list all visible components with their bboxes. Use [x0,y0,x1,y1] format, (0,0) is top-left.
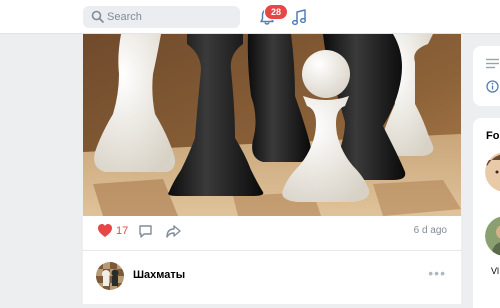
post-card: 17 6 d ago Шахматы ••• [83,34,461,304]
search-icon [91,10,104,23]
friend-name[interactable]: Vl [491,266,499,276]
post-time: 6 d ago [413,225,447,236]
divider [83,250,461,251]
share-icon[interactable] [166,224,181,238]
friend-avatar[interactable] [485,152,500,192]
post-actions: 17 6 d ago [83,216,461,246]
heart-icon[interactable] [97,223,113,238]
following-label: Fol [486,130,500,142]
friend-avatar-2[interactable] [485,216,500,256]
chess-photo[interactable] [83,34,461,216]
music-icon[interactable] [291,8,307,26]
top-bar: 28 [0,0,500,34]
notification-badge: 28 [264,4,288,20]
sidebar-panel-top [473,46,500,106]
group-name[interactable]: Шахматы [133,269,185,281]
info-icon[interactable] [486,80,499,93]
menu-lines-icon[interactable] [486,58,499,69]
more-options-icon[interactable]: ••• [428,265,446,281]
group-avatar[interactable] [96,262,124,290]
comment-icon[interactable] [138,224,153,239]
sidebar-panel-following: Fol Vl [473,118,500,308]
search-input[interactable] [83,6,240,28]
like-count: 17 [116,225,129,237]
